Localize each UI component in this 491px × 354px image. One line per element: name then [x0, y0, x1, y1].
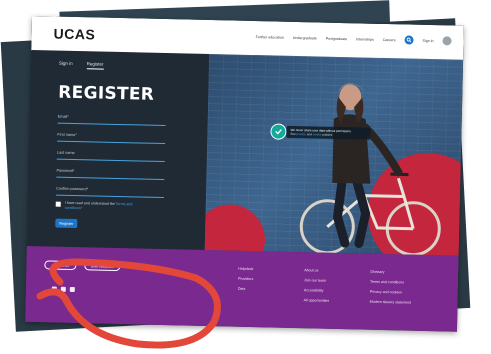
- woman-with-bike-illustration: [299, 83, 441, 256]
- auth-tabs: Sign in Register: [59, 61, 104, 70]
- footer-link-terms[interactable]: Terms and conditions: [370, 280, 411, 285]
- register-button[interactable]: Register: [55, 218, 78, 229]
- last-name-input-line[interactable]: [56, 158, 165, 163]
- email-input-line[interactable]: [57, 122, 166, 127]
- cookie-link[interactable]: cookie: [313, 132, 322, 136]
- nav-careers[interactable]: Careers: [383, 37, 396, 41]
- footer-col-1: Helpdesk Providers Data: [238, 267, 254, 291]
- social-icon-1[interactable]: [51, 286, 57, 292]
- nav-internships[interactable]: Internships: [356, 37, 374, 41]
- footer-link-about[interactable]: About us: [304, 268, 330, 273]
- nav-postgraduate[interactable]: Postgraduate: [326, 36, 347, 40]
- hero-image: We never share your data without permiss…: [204, 54, 464, 256]
- footer-col-3: Glossary Terms and conditions Privacy an…: [370, 270, 412, 305]
- nav-undergraduate[interactable]: Undergraduate: [293, 35, 317, 40]
- site-footer: Contact us Give feedback Helpdesk Provid…: [25, 245, 459, 332]
- social-links: [51, 286, 75, 293]
- sign-in-link[interactable]: Sign in: [423, 38, 434, 42]
- privacy-notice: We never share your data without permiss…: [286, 125, 371, 140]
- footer-link-data[interactable]: Data: [238, 287, 253, 291]
- check-icon: [275, 129, 282, 135]
- email-label: Email*: [57, 114, 69, 119]
- footer-link-providers[interactable]: Providers: [238, 277, 253, 281]
- footer-link-modern-slavery[interactable]: Modern slavery statement: [370, 300, 411, 305]
- ucas-logo[interactable]: UCAS: [53, 25, 95, 42]
- privacy-prefix: See: [290, 131, 296, 137]
- terms-link[interactable]: Terms and: [116, 202, 133, 206]
- ucas-register-page: UCAS Further education Undergraduate Pos…: [25, 16, 464, 332]
- privacy-suffix: policies: [322, 132, 333, 137]
- footer-col-2: About us Join our team Accessibility All…: [304, 268, 330, 303]
- tab-sign-in[interactable]: Sign in: [59, 61, 73, 69]
- conditions-link[interactable]: conditions*: [65, 206, 83, 210]
- password-field[interactable]: Password*: [56, 168, 165, 181]
- give-feedback-button[interactable]: Give feedback: [84, 261, 121, 272]
- privacy-link[interactable]: privacy: [297, 132, 307, 136]
- main-nav: Further education Undergraduate Postgrad…: [256, 32, 452, 46]
- avatar[interactable]: [442, 36, 452, 46]
- social-icon-3[interactable]: [69, 286, 75, 293]
- last-name-label: Last name: [56, 150, 75, 156]
- privacy-notice-line2: See privacy and cookie policies: [290, 132, 366, 138]
- terms-text: I have read and understand the Terms and…: [65, 201, 133, 213]
- contact-us-button[interactable]: Contact us: [44, 260, 77, 271]
- email-field[interactable]: Email*: [57, 114, 166, 127]
- social-icon-2[interactable]: [60, 286, 66, 292]
- first-name-label: First name*: [57, 132, 77, 138]
- terms-checkbox[interactable]: [55, 201, 61, 207]
- footer-link-glossary[interactable]: Glossary: [370, 270, 411, 275]
- confirm-password-label: Confirm password*: [56, 186, 89, 192]
- search-button[interactable]: [404, 35, 414, 45]
- footer-link-opportunities[interactable]: All opportunities: [304, 298, 330, 303]
- confirm-password-input-line[interactable]: [55, 194, 164, 199]
- tab-register[interactable]: Register: [86, 61, 104, 70]
- last-name-field[interactable]: Last name: [56, 150, 165, 163]
- footer-link-helpdesk[interactable]: Helpdesk: [238, 267, 253, 271]
- privacy-mid: and: [306, 132, 312, 137]
- footer-link-accessibility[interactable]: Accessibility: [304, 288, 330, 293]
- first-name-field[interactable]: First name*: [57, 132, 166, 145]
- search-icon: [406, 37, 412, 43]
- footer-link-privacy[interactable]: Privacy and cookies: [370, 290, 411, 295]
- first-name-input-line[interactable]: [57, 140, 166, 145]
- password-label: Password*: [56, 168, 75, 174]
- confirm-password-field[interactable]: Confirm password*: [55, 186, 164, 199]
- password-input-line[interactable]: [56, 176, 165, 181]
- page-title: REGISTER: [58, 82, 155, 105]
- terms-row: I have read and understand the Terms and…: [55, 201, 166, 213]
- register-form-panel: Sign in Register REGISTER Email* First n…: [26, 49, 210, 250]
- nav-further-education[interactable]: Further education: [256, 35, 284, 40]
- footer-link-join-team[interactable]: Join our team: [304, 278, 330, 283]
